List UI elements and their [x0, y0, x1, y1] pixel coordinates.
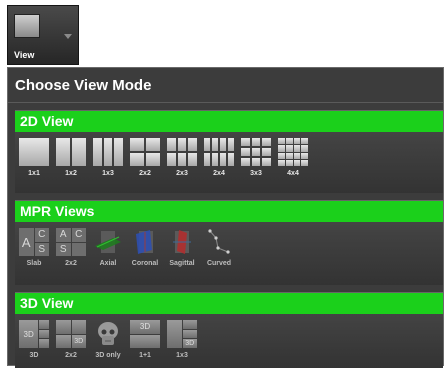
view3d-1x3-icon: 3D [167, 320, 197, 348]
layout-2x2-icon [130, 138, 160, 166]
layout-label: 2x4 [213, 170, 225, 177]
coronal-plane-icon [136, 230, 153, 254]
section-2d-view: 2D View 1x1 1x2 1x3 2x2 2x3 2x4 3x3 4x4 [15, 110, 443, 193]
view3d-1plus1-icon: 3D [130, 320, 160, 348]
layout-label: 2x3 [176, 170, 188, 177]
layout-3x3-icon [241, 138, 271, 166]
layout-1x1-button[interactable]: 1x1 [17, 138, 51, 182]
mpr-label: Curved [206, 260, 232, 267]
panel-title: Choose View Mode [15, 77, 152, 94]
layout-1x3-icon [93, 138, 123, 166]
view-button-label: View [14, 50, 35, 60]
layout-1x2-icon [56, 138, 86, 166]
view3d-2x2-button[interactable]: 3D 2x2 [54, 320, 88, 364]
mpr-curved-button[interactable]: Curved [202, 228, 236, 272]
layout-1x2-button[interactable]: 1x2 [54, 138, 88, 182]
view3d-label: 3D only [95, 352, 121, 359]
mpr-label: 2x2 [65, 260, 77, 267]
mpr-axial-button[interactable]: Axial [91, 228, 125, 272]
section-mpr-views: MPR Views A C S Slab A C S 2x2 Axial Cor… [15, 200, 443, 285]
mpr-slab-button[interactable]: A C S Slab [17, 228, 51, 272]
section-header-2d: 2D View [15, 111, 443, 132]
view3d-3d-icon: 3D [19, 320, 49, 348]
mpr-label: Coronal [131, 260, 159, 267]
mpr-2x2-button[interactable]: A C S 2x2 [54, 228, 88, 272]
view3d-3donly-button[interactable]: 3D only [91, 320, 125, 364]
layout-label: 1x3 [102, 170, 114, 177]
layout-2x3-icon [167, 138, 197, 166]
view3d-label: 1+1 [139, 352, 151, 359]
dropdown-arrow-icon[interactable] [64, 34, 72, 39]
section-3d-view: 3D View 3D 3D 3D 2x2 3D only 3D 1+1 3D 1… [15, 292, 443, 368]
layout-2x3-button[interactable]: 2x3 [165, 138, 199, 182]
mpr-label: Axial [99, 260, 117, 267]
layout-1x3-button[interactable]: 1x3 [91, 138, 125, 182]
layout-3x3-button[interactable]: 3x3 [239, 138, 273, 182]
mpr-sagittal-button[interactable]: Sagittal [165, 228, 199, 272]
skull-icon [98, 322, 118, 345]
view3d-label: 2x2 [65, 352, 77, 359]
section-header-3d: 3D View [15, 293, 443, 314]
view-mode-button[interactable]: View [7, 5, 79, 65]
layout-label: 1x1 [28, 170, 40, 177]
layout-label: 1x2 [65, 170, 77, 177]
mpr-coronal-button[interactable]: Coronal [128, 228, 162, 272]
divider [8, 102, 443, 103]
mpr-slab-icon: A C S [19, 228, 49, 256]
axial-plane-icon [95, 231, 121, 253]
view-mode-panel: Choose View Mode 2D View 1x1 1x2 1x3 2x2… [7, 67, 444, 368]
layout-4x4-icon [278, 138, 308, 166]
layout-2x2-button[interactable]: 2x2 [128, 138, 162, 182]
layout-label: 2x2 [139, 170, 151, 177]
layout-4x4-button[interactable]: 4x4 [276, 138, 310, 182]
section-header-mpr: MPR Views [15, 201, 443, 222]
layout-label: 3x3 [250, 170, 262, 177]
mpr-label: Sagittal [169, 260, 195, 267]
layout-2x4-icon [204, 138, 234, 166]
view3d-2x2-icon: 3D [56, 320, 86, 348]
view3d-1x3-button[interactable]: 3D 1x3 [165, 320, 199, 364]
sagittal-plane-icon [173, 230, 191, 254]
view3d-3d-button[interactable]: 3D 3D [17, 320, 51, 364]
view3d-label: 1x3 [176, 352, 188, 359]
view3d-label: 3D [29, 352, 39, 359]
curved-path-icon [208, 229, 230, 254]
view-thumbnail-icon [14, 14, 40, 38]
layout-1x1-icon [19, 138, 49, 166]
mpr-2x2-icon: A C S [56, 228, 86, 256]
layout-label: 4x4 [287, 170, 299, 177]
view3d-1plus1-button[interactable]: 3D 1+1 [128, 320, 162, 364]
mpr-label: Slab [26, 260, 42, 267]
layout-2x4-button[interactable]: 2x4 [202, 138, 236, 182]
